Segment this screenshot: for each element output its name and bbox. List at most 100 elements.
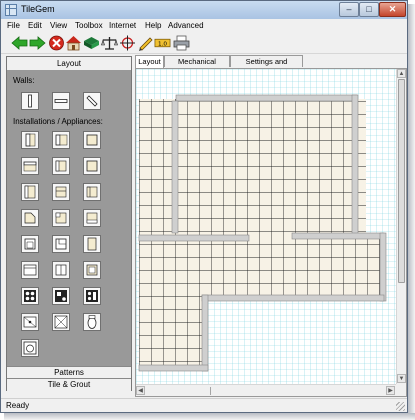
window-title: TileGem	[21, 4, 55, 14]
range-grill-icon	[55, 290, 67, 302]
tab-settings-materials[interactable]: Settings and Materials	[230, 55, 303, 77]
canvas-frame: ▲ ▼ ◀ ▶	[135, 68, 407, 397]
cabinet-half-tool[interactable]	[52, 261, 70, 279]
wall-top	[175, 94, 358, 102]
range-oven-tool[interactable]	[83, 287, 101, 305]
wall-right-ledge	[291, 232, 385, 240]
tile-grout-tab[interactable]: Tile & Grout	[7, 378, 131, 391]
scale-icon[interactable]	[101, 35, 118, 51]
tab-mechanical-drawing[interactable]: Mechanical Drawing	[164, 55, 230, 77]
toilet-oval-tool[interactable]	[83, 313, 101, 331]
menu-view[interactable]: View	[50, 20, 67, 31]
close-button[interactable]: ✕	[379, 2, 406, 17]
menu-internet[interactable]: Internet	[109, 20, 136, 31]
shower-tray-icon	[23, 316, 37, 328]
cabinet-top-left-tool[interactable]	[52, 131, 70, 149]
cabinet-half-icon	[55, 264, 67, 276]
cabinet-bottom-tool[interactable]	[83, 209, 101, 227]
cabinet-split-tool[interactable]	[52, 183, 70, 201]
cabinet-notch-tool[interactable]	[52, 209, 70, 227]
cabinet-split-icon	[55, 186, 67, 198]
cabinet-plain-icon	[86, 160, 98, 172]
status-bar: Ready	[1, 398, 407, 412]
wall-right-upper	[351, 94, 359, 238]
wall-inner-step	[201, 294, 209, 372]
cabinet-tall-tool[interactable]	[83, 235, 101, 253]
installations-label: Installations / Appliances:	[13, 117, 103, 126]
bath-square-tool[interactable]	[52, 313, 70, 331]
toolbox-sidebar: Layout Walls: Installations / Appliances…	[6, 56, 132, 391]
wall-right-lower	[379, 232, 387, 302]
menu-toolbox[interactable]: Toolbox	[75, 20, 103, 31]
range-grill-tool[interactable]	[52, 287, 70, 305]
cabinet-side-icon	[24, 185, 36, 199]
cabinet-left-tool[interactable]	[21, 131, 39, 149]
forward-arrow-icon[interactable]	[29, 35, 46, 51]
menu-file[interactable]: File	[7, 20, 20, 31]
ruler-label: 1.0	[158, 41, 167, 47]
sidebar-layout-header[interactable]: Layout	[7, 57, 131, 71]
vertical-scrollbar[interactable]: ▲ ▼	[396, 69, 406, 384]
printer-icon[interactable]	[173, 35, 190, 51]
home-icon[interactable]	[65, 35, 82, 51]
cabinet-angle-icon	[24, 212, 36, 224]
menu-help[interactable]: Help	[145, 20, 161, 31]
diagonal-wall-tool[interactable]	[83, 92, 101, 110]
crosshair-icon[interactable]	[119, 35, 136, 51]
cabinet-box-tool[interactable]	[83, 261, 101, 279]
counter-top-tool[interactable]	[21, 157, 39, 175]
cabinet-wide-icon	[23, 264, 37, 276]
horizontal-scrollbar[interactable]: ◀ ▶	[136, 384, 396, 396]
tile-icon[interactable]	[83, 35, 100, 51]
cabinet-square-icon	[86, 134, 98, 146]
ruler-icon[interactable]: 1.0	[154, 35, 172, 51]
wall-bottom-right	[201, 294, 385, 302]
tub-corner-tool[interactable]	[52, 235, 70, 253]
menu-advanced[interactable]: Advanced	[168, 20, 204, 31]
scroll-down-button[interactable]: ▼	[397, 374, 406, 383]
range-four-burner-tool[interactable]	[21, 287, 39, 305]
bath-square-icon	[54, 315, 68, 329]
scroll-up-button[interactable]: ▲	[397, 69, 406, 78]
floor-plan-canvas[interactable]	[136, 69, 396, 384]
washbasin-icon	[23, 341, 37, 355]
cabinet-wide-tool[interactable]	[21, 261, 39, 279]
shower-tray-tool[interactable]	[21, 313, 39, 331]
menu-edit[interactable]: Edit	[28, 20, 42, 31]
back-arrow-icon[interactable]	[11, 35, 28, 51]
vertical-scroll-thumb[interactable]	[398, 79, 405, 283]
counter-top-icon	[23, 161, 37, 172]
maximize-button[interactable]: □	[359, 2, 379, 17]
scroll-left-button[interactable]: ◀	[136, 386, 145, 395]
cabinet-angle-tool[interactable]	[21, 209, 39, 227]
wall-interior-left	[171, 100, 179, 234]
toilet-oval-icon	[87, 315, 97, 329]
range-oven-icon	[86, 290, 98, 302]
horizontal-wall-tool[interactable]	[52, 92, 70, 110]
cabinet-plain-tool[interactable]	[83, 157, 101, 175]
cabinet-side-tool[interactable]	[21, 183, 39, 201]
toolbar: 1.0	[1, 32, 407, 54]
scroll-right-button[interactable]: ▶	[386, 386, 395, 395]
tub-left-icon	[24, 238, 36, 250]
tab-layout[interactable]: Layout	[135, 55, 164, 68]
tub-corner-icon	[55, 238, 67, 250]
cabinet-corner-tool[interactable]	[83, 183, 101, 201]
pencil-icon[interactable]	[137, 35, 154, 51]
title-bar[interactable]: TileGem – □ ✕	[1, 1, 407, 19]
resize-grip[interactable]	[396, 402, 405, 411]
floor-plan-drawing	[136, 69, 396, 384]
cabinet-corner-icon	[86, 186, 98, 198]
cabinet-left-icon	[25, 133, 36, 147]
window-shadow-bottom	[4, 413, 415, 420]
minimize-button[interactable]: –	[339, 2, 359, 17]
tub-left-tool[interactable]	[21, 235, 39, 253]
vertical-wall-tool[interactable]	[21, 92, 39, 110]
tilegem-app-icon	[5, 4, 17, 16]
cabinet-square-tool[interactable]	[83, 131, 101, 149]
stop-icon[interactable]	[48, 35, 65, 51]
sink-unit-tool[interactable]	[52, 157, 70, 175]
range-four-burner-icon	[24, 290, 36, 302]
washbasin-tool[interactable]	[21, 339, 39, 357]
sink-unit-icon	[55, 160, 67, 172]
